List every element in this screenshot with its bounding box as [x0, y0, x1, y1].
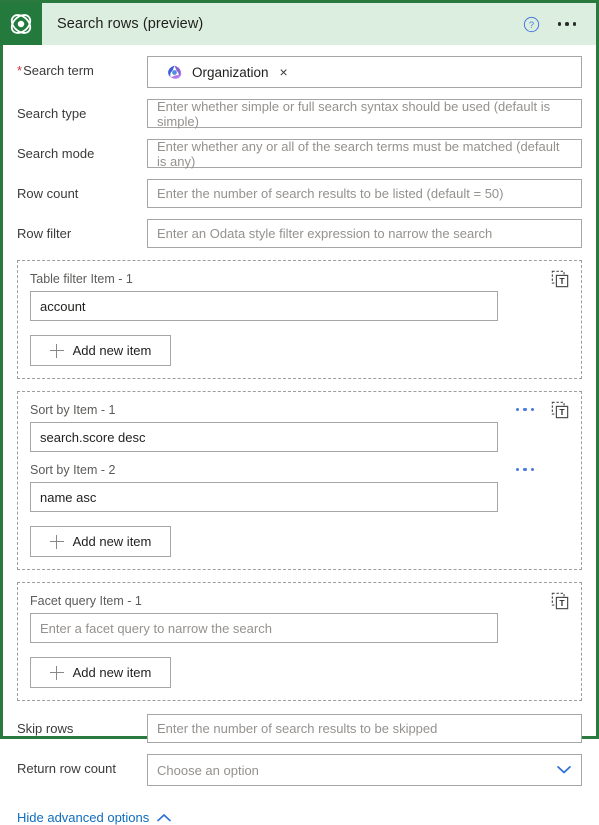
- add-new-item-button-sort-by[interactable]: Add new item: [30, 526, 171, 557]
- item-label: Facet query Item - 1: [30, 593, 142, 608]
- card-header: Search rows (preview) ?: [0, 0, 597, 45]
- svg-text:T: T: [559, 597, 565, 607]
- item-label: Sort by Item - 2: [30, 462, 116, 477]
- placeholder-text: Enter whether any or all of the search t…: [157, 138, 560, 169]
- card-body: *Search term Organization × Search type …: [3, 56, 596, 825]
- sort-by-item-2-input[interactable]: name asc: [30, 482, 498, 512]
- add-new-item-button-facet-query[interactable]: Add new item: [30, 657, 171, 688]
- placeholder-text: Enter a facet query to narrow the search: [40, 620, 272, 636]
- item-header: Sort by Item - 1 T: [30, 401, 569, 418]
- add-new-item-button-table-filter[interactable]: Add new item: [30, 335, 171, 366]
- chevron-down-icon: [557, 766, 571, 774]
- switch-to-text-mode-icon[interactable]: T: [551, 401, 569, 419]
- input-value: account: [40, 298, 86, 314]
- field-row-search-type: Search type Enter whether simple or full…: [3, 98, 596, 129]
- section-table-filter: Table filter Item - 1 T account Add new …: [17, 260, 582, 379]
- header-actions: ?: [523, 16, 597, 33]
- facet-query-item-1-input[interactable]: Enter a facet query to narrow the search: [30, 613, 498, 643]
- item-tools: [515, 464, 570, 476]
- field-row-search-term: *Search term Organization ×: [3, 56, 596, 88]
- field-row-search-mode: Search mode Enter whether any or all of …: [3, 138, 596, 169]
- item-more-menu-icon[interactable]: [515, 464, 536, 476]
- switch-to-text-mode-icon[interactable]: T: [551, 270, 569, 288]
- hide-advanced-options-label: Hide advanced options: [17, 810, 150, 825]
- required-asterisk: *: [17, 63, 23, 78]
- help-circle-icon[interactable]: ?: [523, 16, 540, 33]
- return-row-count-dropdown[interactable]: Choose an option: [147, 754, 582, 786]
- field-label-search-type: Search type: [17, 106, 87, 121]
- placeholder-text: Choose an option: [157, 762, 259, 778]
- item-tools: T: [515, 401, 570, 419]
- table-filter-item-1-input[interactable]: account: [30, 291, 498, 321]
- add-new-item-label: Add new item: [72, 534, 152, 549]
- field-label-return-row-count: Return row count: [17, 761, 116, 776]
- more-horizontal-icon[interactable]: [556, 16, 579, 32]
- plus-icon: [49, 534, 64, 549]
- section-sort-by: Sort by Item - 1 T search.score desc Sor…: [17, 391, 582, 570]
- field-row-row-count: Row count Enter the number of search res…: [3, 179, 596, 208]
- close-icon[interactable]: ×: [280, 65, 288, 79]
- field-label-row-filter: Row filter: [17, 226, 72, 241]
- field-label-row-count: Row count: [17, 186, 79, 201]
- row-filter-input[interactable]: Enter an Odata style filter expression t…: [147, 219, 582, 248]
- field-row-return-row-count: Return row count Choose an option: [3, 754, 596, 786]
- page-title: Search rows (preview): [57, 16, 204, 32]
- item-header: Table filter Item - 1 T: [30, 270, 569, 287]
- input-value: search.score desc: [40, 429, 146, 445]
- input-value: name asc: [40, 489, 97, 505]
- item-more-menu-icon[interactable]: [515, 404, 536, 416]
- item-header: Facet query Item - 1 T: [30, 592, 569, 609]
- token-label: Organization: [192, 64, 269, 80]
- plus-icon: [49, 665, 64, 680]
- item-tools: T: [551, 592, 569, 610]
- chevron-up-icon: [157, 814, 172, 822]
- search-term-input[interactable]: Organization ×: [147, 56, 582, 88]
- placeholder-text: Enter an Odata style filter expression t…: [157, 226, 493, 241]
- sort-by-item-1-input[interactable]: search.score desc: [30, 422, 498, 452]
- field-label-search-mode: Search mode: [17, 146, 95, 161]
- dataverse-swirl-icon: [166, 64, 183, 81]
- svg-text:?: ?: [528, 20, 533, 30]
- svg-text:T: T: [559, 275, 565, 285]
- placeholder-text: Enter the number of search results to be…: [157, 186, 504, 201]
- add-new-item-label: Add new item: [72, 343, 152, 358]
- item-label: Table filter Item - 1: [30, 271, 133, 286]
- section-facet-query: Facet query Item - 1 T Enter a facet que…: [17, 582, 582, 701]
- placeholder-text: Enter the number of search results to be…: [157, 721, 438, 736]
- search-term-token: Organization ×: [157, 64, 288, 81]
- item-label: Sort by Item - 1: [30, 402, 116, 417]
- svg-text:T: T: [559, 406, 565, 416]
- row-count-input[interactable]: Enter the number of search results to be…: [147, 179, 582, 208]
- search-type-input[interactable]: Enter whether simple or full search synt…: [147, 98, 582, 129]
- switch-to-text-mode-icon[interactable]: T: [551, 592, 569, 610]
- search-rows-action-card: Search rows (preview) ? *Search term Org…: [0, 0, 599, 825]
- search-mode-input[interactable]: Enter whether any or all of the search t…: [147, 138, 582, 169]
- dataverse-logo-icon: [0, 3, 42, 45]
- hide-advanced-options-link[interactable]: Hide advanced options: [3, 810, 185, 825]
- field-label-search-term: *Search term: [17, 63, 94, 78]
- field-label-skip-rows: Skip rows: [17, 721, 74, 736]
- placeholder-text: Enter whether simple or full search synt…: [157, 98, 551, 129]
- plus-icon: [49, 343, 64, 358]
- item-tools: T: [551, 270, 569, 288]
- add-new-item-label: Add new item: [72, 665, 152, 680]
- item-header: Sort by Item - 2: [30, 461, 569, 478]
- field-row-row-filter: Row filter Enter an Odata style filter e…: [3, 219, 596, 248]
